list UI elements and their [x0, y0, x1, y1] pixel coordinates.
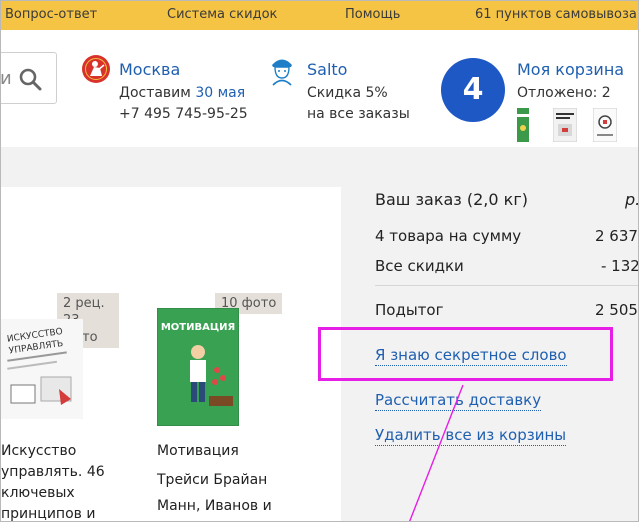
- annotation-pointer-line: [409, 384, 464, 521]
- page-frame: Вопрос-ответ Система скидок Помощь 61 пу…: [0, 0, 639, 522]
